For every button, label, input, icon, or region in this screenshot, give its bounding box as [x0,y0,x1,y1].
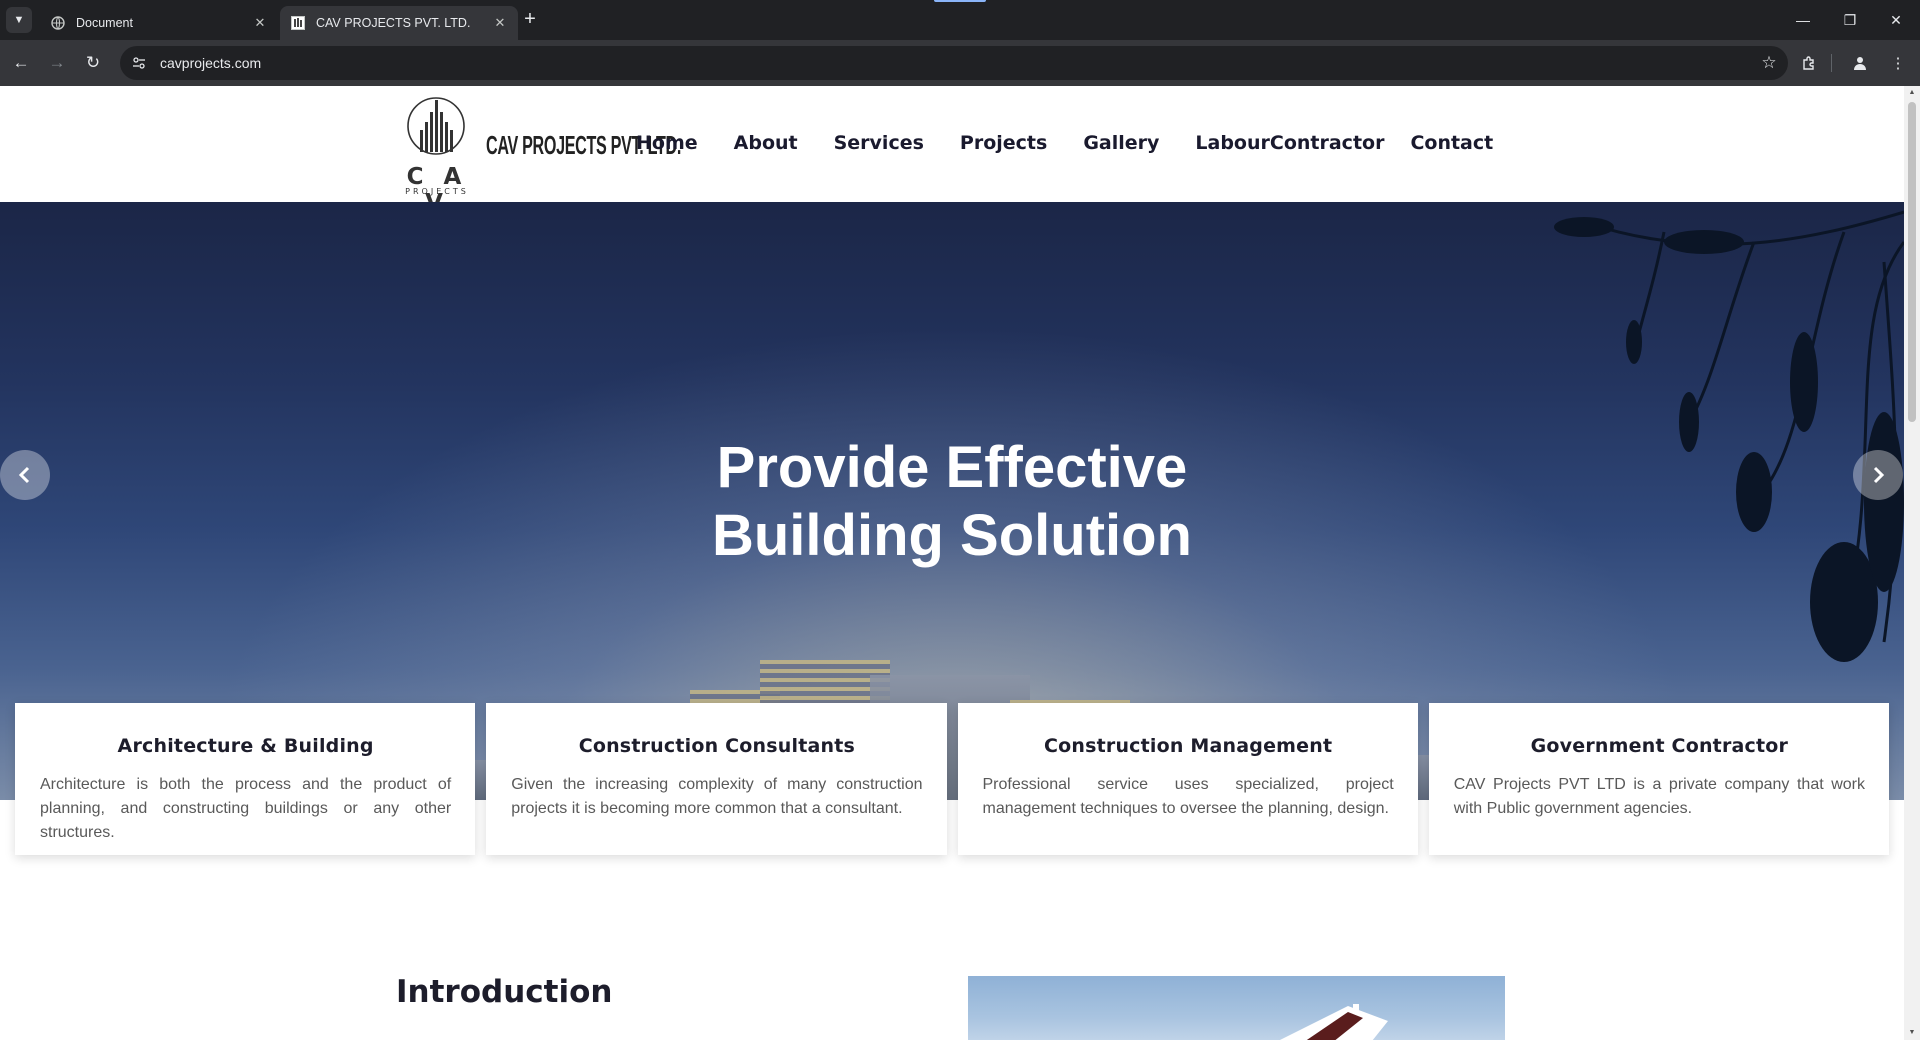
browser-toolbar: ← → ↻ cavprojects.com ☆ ⋮ [0,40,1920,86]
tab-title: CAV PROJECTS PVT. LTD. [316,16,471,30]
page-scrollbar[interactable]: ▲ ▼ [1904,86,1920,1040]
tab-title: Document [76,16,133,30]
scroll-down-icon[interactable]: ▼ [1908,1029,1916,1037]
introduction-image [968,976,1505,1040]
nav-services[interactable]: Services [834,132,924,154]
nav-projects[interactable]: Projects [960,132,1047,154]
tab-search-dropdown-icon[interactable]: ▼ [6,7,32,33]
scroll-up-icon[interactable]: ▲ [1908,89,1916,97]
slider-prev-button[interactable] [0,450,50,500]
service-card[interactable]: Government Contractor CAV Projects PVT L… [1428,703,1889,855]
back-arrow-icon[interactable]: ← [8,50,34,76]
site-info-icon[interactable] [126,50,152,76]
close-tab-icon[interactable]: ✕ [252,15,268,31]
service-card-text: CAV Projects PVT LTD is a private compan… [1453,776,1865,817]
service-card[interactable]: Construction Consultants Given the incre… [486,703,947,855]
hero-title-line1: Provide Effective [716,435,1188,500]
restore-icon[interactable]: ❐ [1838,8,1862,32]
tree-branches [1554,210,1904,662]
address-bar[interactable]: cavprojects.com ☆ [120,46,1788,80]
new-tab-icon[interactable]: + [520,9,540,30]
slider-next-button[interactable] [1853,450,1903,500]
logo-subtext: PROJECTS [405,187,469,196]
nav-contact[interactable]: Contact [1410,132,1493,154]
chevron-left-icon [18,466,30,484]
bookmark-star-icon[interactable]: ☆ [1754,48,1784,78]
browser-tab-cav[interactable]: CAV PROJECTS PVT. LTD. ✕ [280,6,518,40]
extensions-icon[interactable] [1796,50,1822,76]
service-card-title: Government Contractor [1530,735,1789,757]
browser-tab-strip: ▼ Document ✕ CAV PROJECTS PVT. LTD. ✕ + … [0,0,1920,40]
browser-tab-document[interactable]: Document ✕ [40,6,278,40]
service-card-title: Construction Management [1043,735,1333,757]
services-cards: Architecture & Building Architecture is … [15,703,1889,855]
minimize-icon[interactable]: — [1791,8,1815,32]
nav-labour-contractor[interactable]: LabourContractor [1195,132,1384,154]
site-favicon-icon [290,15,306,31]
nav-about[interactable]: About [734,132,798,154]
url-text[interactable]: cavprojects.com [160,55,1754,71]
hero-title-line2: Building Solution [711,503,1192,568]
profile-icon[interactable] [1847,50,1873,76]
nav-gallery[interactable]: Gallery [1083,132,1159,154]
service-card-title: Construction Consultants [578,735,856,757]
chevron-right-icon [1873,466,1885,484]
page-viewport: C A V PROJECTS CAV PROJECTS PVT. LTD. Ho… [0,86,1904,1040]
window-close-icon[interactable]: ✕ [1884,8,1908,32]
main-navigation: Home About Services Projects Gallery Lab… [636,132,1493,154]
reload-icon[interactable]: ↻ [80,50,106,76]
introduction-text-cutoff [396,1030,906,1040]
more-menu-icon[interactable]: ⋮ [1885,50,1911,76]
scrollbar-thumb[interactable] [1908,102,1916,422]
introduction-heading: Introduction [396,974,613,1010]
toolbar-divider [1831,54,1832,72]
nav-home[interactable]: Home [636,132,698,154]
site-header: C A V PROJECTS CAV PROJECTS PVT. LTD. Ho… [0,86,1904,216]
service-card-title: Architecture & Building [117,735,374,757]
service-card[interactable]: Construction Management Professional ser… [957,703,1418,855]
service-card-text: Professional service uses specialized, p… [982,776,1394,817]
forward-arrow-icon[interactable]: → [44,50,70,76]
hero-heading: Provide Effective Building Solution [0,434,1904,570]
active-indicator [934,0,986,2]
service-card-text: Architecture is both the process and the… [40,776,452,841]
service-card[interactable]: Architecture & Building Architecture is … [15,703,476,855]
close-tab-icon[interactable]: ✕ [492,15,508,31]
globe-icon [50,15,66,31]
service-card-text: Given the increasing complexity of many … [511,776,923,817]
